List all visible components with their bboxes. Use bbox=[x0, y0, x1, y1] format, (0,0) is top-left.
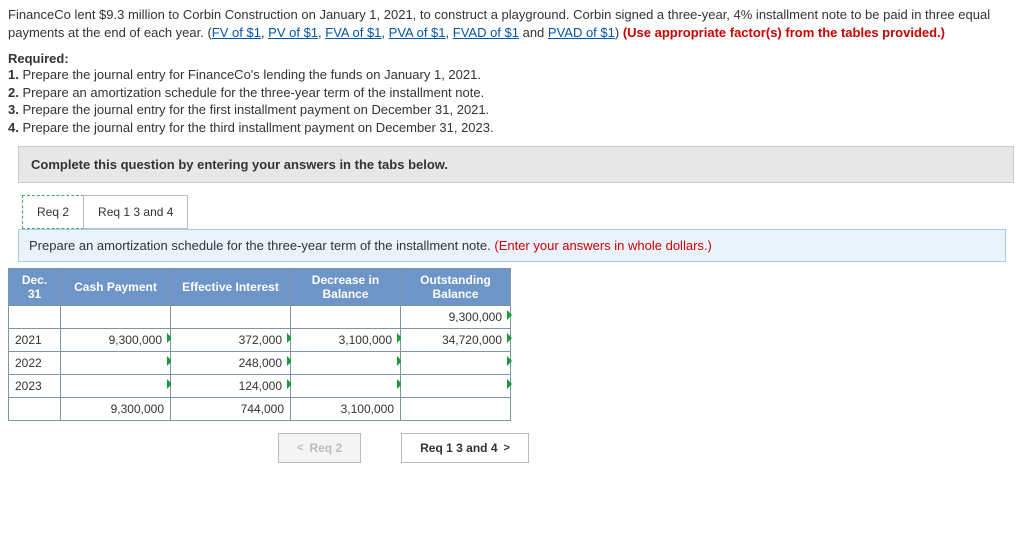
next-button[interactable]: Req 1 3 and 4 > bbox=[401, 433, 529, 463]
cell-out[interactable] bbox=[401, 352, 511, 375]
problem-intro: FinanceCo lent $9.3 million to Corbin Co… bbox=[8, 6, 1016, 41]
cell-year[interactable]: 2021 bbox=[9, 329, 61, 352]
prev-button[interactable]: < Req 2 bbox=[278, 433, 361, 463]
col-decrease-balance: Decrease in Balance bbox=[291, 269, 401, 306]
col-dec31: Dec. 31 bbox=[9, 269, 61, 306]
req-num-1: 1. bbox=[8, 67, 19, 82]
cell-dec[interactable] bbox=[291, 375, 401, 398]
link-fv[interactable]: FV of $1 bbox=[212, 25, 261, 40]
cell-eff-total: 744,000 bbox=[171, 398, 291, 421]
col-effective-interest: Effective Interest bbox=[171, 269, 291, 306]
prev-label: Req 2 bbox=[309, 441, 342, 455]
cell-year[interactable] bbox=[9, 398, 61, 421]
req-text-4: Prepare the journal entry for the third … bbox=[19, 120, 494, 135]
cell-cash-total: 9,300,000 bbox=[61, 398, 171, 421]
table-row: 2021 9,300,000 372,000 3,100,000 34,720,… bbox=[9, 329, 511, 352]
cell-out[interactable]: 34,720,000 bbox=[401, 329, 511, 352]
cell-dec[interactable]: 3,100,000 bbox=[291, 329, 401, 352]
req-text-1: Prepare the journal entry for FinanceCo'… bbox=[19, 67, 481, 82]
tab-req134[interactable]: Req 1 3 and 4 bbox=[83, 195, 188, 229]
factor-note: (Use appropriate factor(s) from the tabl… bbox=[623, 25, 945, 40]
tab-req2[interactable]: Req 2 bbox=[22, 195, 84, 229]
tab-description: Prepare an amortization schedule for the… bbox=[18, 229, 1006, 262]
cell-year[interactable]: 2022 bbox=[9, 352, 61, 375]
req-num-3: 3. bbox=[8, 102, 19, 117]
link-fvad[interactable]: FVAD of $1 bbox=[453, 25, 519, 40]
req-num-4: 4. bbox=[8, 120, 19, 135]
cell-dec-total: 3,100,000 bbox=[291, 398, 401, 421]
table-row-total: 9,300,000 744,000 3,100,000 bbox=[9, 398, 511, 421]
table-row: 2022 248,000 bbox=[9, 352, 511, 375]
cell-out[interactable] bbox=[401, 375, 511, 398]
cell-eff[interactable]: 248,000 bbox=[171, 352, 291, 375]
req-text-2: Prepare an amortization schedule for the… bbox=[19, 85, 484, 100]
table-row: 9,300,000 bbox=[9, 306, 511, 329]
next-label: Req 1 3 and 4 bbox=[420, 441, 497, 455]
link-pvad[interactable]: PVAD of $1 bbox=[548, 25, 615, 40]
cell-cash[interactable]: 9,300,000 bbox=[61, 329, 171, 352]
amortization-table: Dec. 31 Cash Payment Effective Interest … bbox=[8, 268, 511, 421]
tab-bar: Req 2 Req 1 3 and 4 bbox=[22, 195, 1016, 229]
link-pv[interactable]: PV of $1 bbox=[268, 25, 318, 40]
cell-cash[interactable] bbox=[61, 306, 171, 329]
cell-cash[interactable] bbox=[61, 352, 171, 375]
instruction-box: Complete this question by entering your … bbox=[18, 146, 1014, 183]
link-pva[interactable]: PVA of $1 bbox=[389, 25, 446, 40]
desc-main: Prepare an amortization schedule for the… bbox=[29, 238, 494, 253]
cell-out-total bbox=[401, 398, 511, 421]
col-cash-payment: Cash Payment bbox=[61, 269, 171, 306]
cell-cash[interactable] bbox=[61, 375, 171, 398]
cell-out[interactable]: 9,300,000 bbox=[401, 306, 511, 329]
cell-dec[interactable] bbox=[291, 352, 401, 375]
chevron-right-icon: > bbox=[504, 442, 510, 454]
cell-year[interactable] bbox=[9, 306, 61, 329]
cell-eff[interactable]: 124,000 bbox=[171, 375, 291, 398]
cell-year[interactable]: 2023 bbox=[9, 375, 61, 398]
link-fva[interactable]: FVA of $1 bbox=[325, 25, 381, 40]
col-outstanding-balance: Outstanding Balance bbox=[401, 269, 511, 306]
required-heading: Required: bbox=[8, 51, 1016, 66]
cell-eff[interactable]: 372,000 bbox=[171, 329, 291, 352]
table-row: 2023 124,000 bbox=[9, 375, 511, 398]
required-list: 1. Prepare the journal entry for Finance… bbox=[8, 66, 1016, 136]
cell-eff[interactable] bbox=[171, 306, 291, 329]
desc-hint: (Enter your answers in whole dollars.) bbox=[494, 238, 711, 253]
req-num-2: 2. bbox=[8, 85, 19, 100]
table-header-row: Dec. 31 Cash Payment Effective Interest … bbox=[9, 269, 511, 306]
nav-buttons: < Req 2 Req 1 3 and 4 > bbox=[278, 433, 1016, 463]
cell-dec[interactable] bbox=[291, 306, 401, 329]
chevron-left-icon: < bbox=[297, 442, 303, 454]
req-text-3: Prepare the journal entry for the first … bbox=[19, 102, 489, 117]
